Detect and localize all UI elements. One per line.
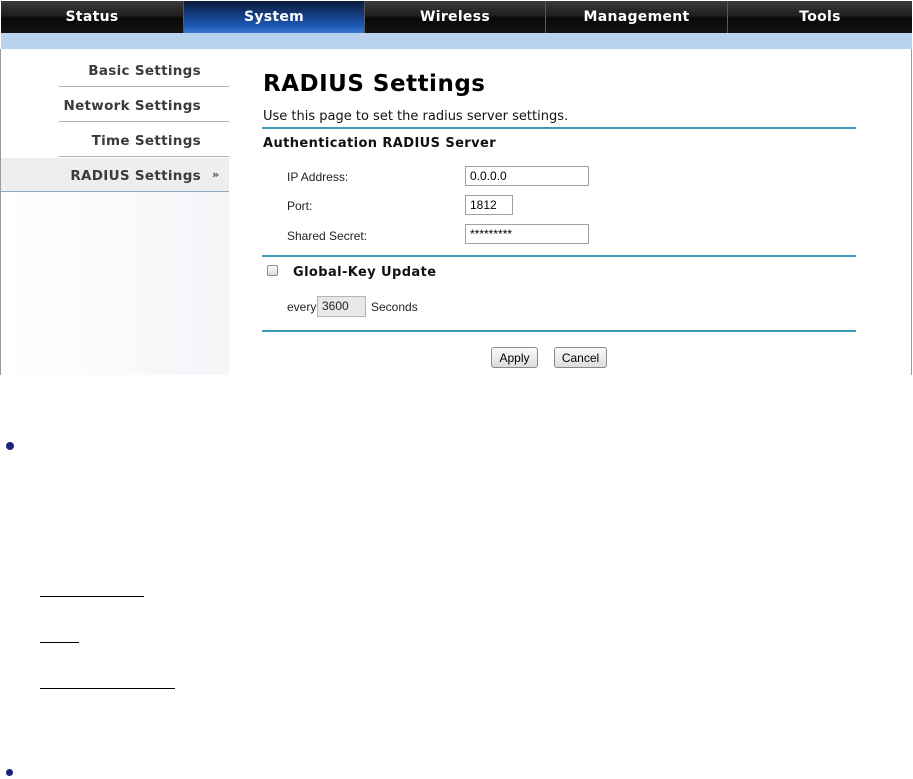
port-label: Port: (287, 199, 313, 213)
seconds-label: Seconds (371, 300, 418, 314)
underline-rule (40, 642, 79, 643)
port-input[interactable]: 1812 (465, 195, 513, 215)
tab-wireless[interactable]: Wireless (365, 1, 546, 33)
section-divider (262, 127, 856, 129)
header-band (1, 33, 912, 49)
tab-status[interactable]: Status (1, 1, 184, 33)
every-label: every (287, 300, 317, 314)
ip-address-input[interactable]: 0.0.0.0 (465, 166, 589, 186)
underline-rule (40, 688, 175, 689)
apply-button[interactable]: Apply (491, 347, 538, 368)
shared-secret-label: Shared Secret: (287, 229, 368, 243)
global-key-update-checkbox[interactable] (267, 265, 278, 276)
tab-tools[interactable]: Tools (728, 1, 912, 33)
content-frame (0, 49, 912, 375)
underline-rule (40, 596, 144, 597)
shared-secret-input[interactable]: ********* (465, 224, 589, 244)
bullet-icon (6, 769, 13, 776)
tab-system[interactable]: System (184, 1, 365, 33)
section-title: Authentication RADIUS Server (263, 136, 497, 151)
section-divider (262, 330, 856, 332)
page-description: Use this page to set the radius server s… (263, 109, 569, 124)
cancel-button[interactable]: Cancel (554, 347, 607, 368)
global-key-update-label: Global-Key Update (293, 265, 437, 280)
top-navigation: Status System Wireless Management Tools (1, 1, 912, 33)
bullet-icon (6, 442, 14, 450)
section-divider (262, 255, 856, 257)
key-update-interval-input[interactable]: 3600 (317, 296, 366, 317)
tab-management[interactable]: Management (546, 1, 728, 33)
ip-address-label: IP Address: (287, 170, 349, 184)
page-title: RADIUS Settings (263, 71, 486, 97)
